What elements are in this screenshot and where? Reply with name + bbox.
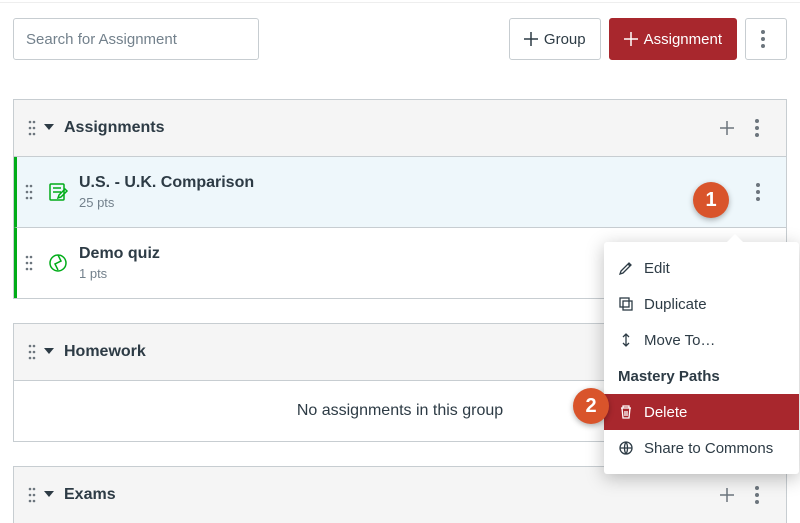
assignment-icon: [43, 181, 73, 203]
assignment-title: U.S. - U.K. Comparison: [79, 174, 254, 192]
caret-down-icon: [44, 343, 54, 361]
drag-handle-icon[interactable]: [28, 344, 36, 360]
context-menu: Edit Duplicate Move To… Mastery Paths De…: [604, 242, 799, 474]
group-overflow-button[interactable]: [742, 480, 772, 510]
quiz-icon: [43, 252, 73, 274]
search-placeholder: Search for Assignment: [26, 31, 177, 48]
callout-badge-2: 2: [573, 388, 609, 424]
callout-badge-1: 1: [693, 182, 729, 218]
move-icon: [618, 332, 634, 348]
group-exams: Exams: [13, 466, 787, 523]
menu-label: Mastery Paths: [618, 368, 720, 385]
group-header[interactable]: Assignments: [14, 100, 786, 157]
menu-label: Move To…: [644, 332, 715, 349]
group-add-button[interactable]: [712, 480, 742, 510]
kebab-icon: [756, 183, 760, 201]
assignment-info: Demo quiz 1 pts: [79, 245, 160, 281]
share-icon: [618, 440, 634, 456]
menu-label: Edit: [644, 260, 670, 277]
assignment-info: U.S. - U.K. Comparison 25 pts: [79, 174, 254, 210]
add-group-label: Group: [544, 31, 586, 48]
trash-icon: [618, 404, 634, 420]
pencil-icon: [618, 260, 634, 276]
menu-delete[interactable]: Delete: [604, 394, 799, 430]
drag-handle-icon[interactable]: [28, 120, 36, 136]
kebab-icon: [761, 30, 765, 48]
menu-mastery[interactable]: Mastery Paths: [604, 358, 799, 394]
group-header[interactable]: Exams: [14, 467, 786, 523]
add-group-button[interactable]: Group: [509, 18, 601, 60]
drag-handle-icon[interactable]: [28, 487, 36, 503]
menu-duplicate[interactable]: Duplicate: [604, 286, 799, 322]
assignment-item[interactable]: U.S. - U.K. Comparison 25 pts: [14, 157, 786, 227]
menu-share[interactable]: Share to Commons: [604, 430, 799, 466]
menu-edit[interactable]: Edit: [604, 250, 799, 286]
add-assignment-label: Assignment: [644, 31, 722, 48]
group-add-button[interactable]: [712, 113, 742, 143]
assignment-title: Demo quiz: [79, 245, 160, 263]
plus-icon: [524, 32, 538, 46]
plus-icon: [624, 32, 638, 46]
assignment-points: 1 pts: [79, 266, 160, 281]
menu-label: Delete: [644, 404, 687, 421]
drag-handle-icon[interactable]: [25, 255, 33, 271]
overflow-button[interactable]: [745, 18, 787, 60]
group-title: Assignments: [64, 119, 164, 137]
assignment-points: 25 pts: [79, 195, 254, 210]
group-title: Exams: [64, 486, 116, 504]
search-input[interactable]: Search for Assignment: [13, 18, 259, 60]
item-overflow-button[interactable]: [744, 178, 772, 206]
menu-moveto[interactable]: Move To…: [604, 322, 799, 358]
drag-handle-icon[interactable]: [25, 184, 33, 200]
kebab-icon: [755, 119, 759, 137]
plus-icon: [719, 120, 735, 136]
add-assignment-button[interactable]: Assignment: [609, 18, 737, 60]
group-title: Homework: [64, 343, 146, 361]
caret-down-icon: [44, 486, 54, 504]
menu-label: Duplicate: [644, 296, 707, 313]
menu-label: Share to Commons: [644, 440, 773, 457]
plus-icon: [719, 487, 735, 503]
toolbar: Search for Assignment Group Assignment: [0, 3, 800, 75]
caret-down-icon: [44, 119, 54, 137]
group-overflow-button[interactable]: [742, 113, 772, 143]
kebab-icon: [755, 486, 759, 504]
duplicate-icon: [618, 296, 634, 312]
